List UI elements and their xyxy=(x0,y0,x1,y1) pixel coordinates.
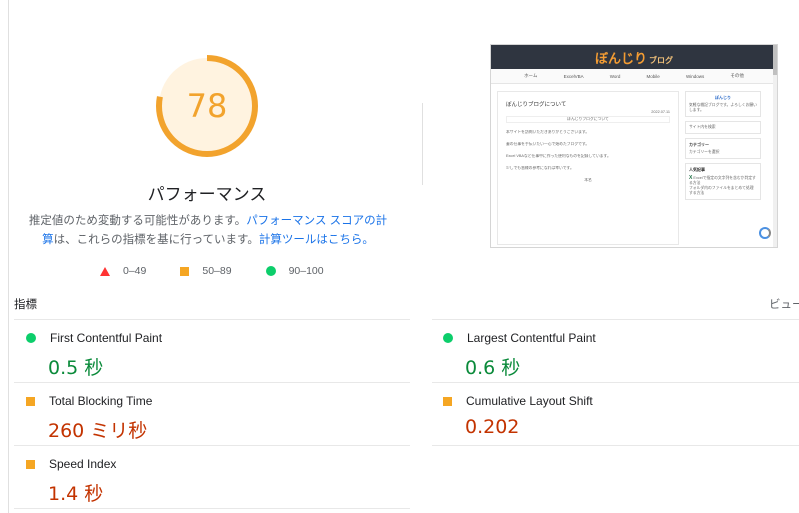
site-nav-item: Mobile xyxy=(646,73,660,79)
gauge-title: パフォーマンス xyxy=(147,185,267,204)
screenshot-site-logo: ぼんじり ブログ xyxy=(595,48,673,67)
metric-speed-index[interactable]: Speed Index 1.4 秒 xyxy=(26,457,366,506)
metrics-heading: 指標 xyxy=(14,299,37,311)
screenshot-search-box: サイト内を検索 xyxy=(685,121,761,134)
metric-first-contentful-paint[interactable]: First Contentful Paint 0.5 秒 xyxy=(26,331,366,380)
metric-name: Cumulative Layout Shift xyxy=(466,394,593,408)
screenshot-site-nav: ホーム ExcelVBA Word Mobile Windows その他 xyxy=(491,69,777,84)
orange-square-icon xyxy=(180,266,190,276)
legend-item-pass: 90–100 xyxy=(265,265,324,277)
site-nav-item: その他 xyxy=(730,73,744,78)
description-text-1: 推定値のため変動する可能性があります。 xyxy=(28,215,247,227)
metric-name: First Contentful Paint xyxy=(50,331,163,345)
metric-name: Total Blocking Time xyxy=(49,394,153,408)
legend-range-average: 50–89 xyxy=(202,265,232,277)
score-legend: 0–49 50–89 90–100 xyxy=(100,265,358,277)
site-nav-item: ホーム xyxy=(524,73,538,78)
metric-name: Largest Contentful Paint xyxy=(467,331,596,345)
category-title: カテゴリー xyxy=(689,142,709,147)
metric-name: Speed Index xyxy=(49,457,117,471)
screenshot-sidebar: ぼんじり 気軽な雑記ブログです。よろしくお願いします。 サイト内を検索 カテゴリ… xyxy=(685,91,761,204)
metric-value: 260 ミリ秒 xyxy=(48,420,148,442)
metric-largest-contentful-paint[interactable]: Largest Contentful Paint 0.6 秒 xyxy=(443,331,783,380)
metrics-divider xyxy=(14,445,410,446)
category-select: カテゴリーを選択 xyxy=(689,150,720,154)
legend-item-fail: 0–49 xyxy=(100,265,146,277)
metrics-divider xyxy=(432,319,799,320)
metric-cumulative-layout-shift[interactable]: Cumulative Layout Shift 0.202 xyxy=(443,394,783,438)
site-nav-item: Windows xyxy=(685,73,705,79)
legend-item-average: 50–89 xyxy=(180,265,232,277)
orange-square-icon xyxy=(443,396,452,406)
metric-value: 0.5 秒 xyxy=(48,357,104,379)
site-logo-text: ぼんじり xyxy=(594,50,647,66)
screenshot-article-title: ぼんじりブログについて xyxy=(506,102,567,108)
popular-item: Excelで指定の文字列を含むか判定する方法 xyxy=(689,176,756,185)
screenshot-article-line: 少しでも皆様の参考になれば幸いです。 xyxy=(506,166,574,170)
red-triangle-icon xyxy=(100,266,110,276)
screenshot-site-header: ぼんじり ブログ xyxy=(491,45,777,69)
metrics-divider xyxy=(432,445,799,446)
green-circle-icon xyxy=(265,266,276,276)
site-nav-item: ExcelVBA xyxy=(563,73,584,79)
legend-range-pass: 90–100 xyxy=(288,265,324,277)
metrics-divider xyxy=(14,508,410,509)
metrics-divider xyxy=(14,319,410,320)
scrollbar-thumb xyxy=(773,45,777,75)
screenshot-category-box: カテゴリー カテゴリーを選択 xyxy=(685,138,761,159)
metric-value: 0.202 xyxy=(465,416,520,438)
metric-value: 0.6 秒 xyxy=(465,357,521,379)
legend-range-fail: 0–49 xyxy=(123,265,147,277)
view-toggle[interactable]: ビューを xyxy=(769,296,799,312)
screenshot-article-line: 本サイトを訪問いただきありがとうございます。 xyxy=(506,130,590,134)
screenshot-article-line: Excel VBAなど仕事中に作った便利なものを記録しています。 xyxy=(506,154,611,158)
calculator-link[interactable]: 計算ツールはこちら。 xyxy=(259,234,374,246)
popular-item: フォルダ内のファイルをまとめて処理する方法 xyxy=(689,186,754,195)
final-screenshot[interactable]: ぼんじり ブログ ホーム ExcelVBA Word Mobile Windows… xyxy=(490,44,778,248)
screenshot-popular-box: 人気記事 X Excelで指定の文字列を含むか判定する方法 フォルダ内のファイル… xyxy=(685,163,761,200)
profile-title: ぼんじり xyxy=(715,95,731,100)
green-circle-icon xyxy=(443,333,453,343)
metrics-divider xyxy=(14,382,410,383)
screenshot-article-tag: ぼんじりブログについて xyxy=(506,116,670,123)
screenshot-article-footer: 本名 xyxy=(584,178,592,182)
screenshot-scrollbar xyxy=(773,45,777,247)
orange-square-icon xyxy=(26,396,35,406)
score-description: 推定値のため変動する可能性があります。パフォーマンス スコアの計算は、これらの指… xyxy=(26,212,390,250)
description-text-2: は、これらの指標を基に行っています。 xyxy=(53,234,259,246)
screenshot-article-date: 2022.07.11 xyxy=(651,110,670,114)
popular-title: 人気記事 xyxy=(689,167,705,172)
vertical-divider xyxy=(422,103,423,185)
recaptcha-icon xyxy=(759,227,771,239)
metric-value: 1.4 秒 xyxy=(48,483,104,505)
profile-text: 気軽な雑記ブログです。よろしくお願いします。 xyxy=(689,103,757,112)
performance-score: 78 xyxy=(186,87,228,125)
screenshot-article-line: 妻の仕事を手伝いたい一心で始めたブログです。 xyxy=(506,142,590,146)
left-border xyxy=(8,0,9,513)
green-circle-icon xyxy=(26,333,36,343)
metrics-divider xyxy=(432,382,799,383)
site-logo-sub: ブログ xyxy=(649,55,673,65)
site-nav-item: Word xyxy=(609,73,621,79)
screenshot-profile-box: ぼんじり 気軽な雑記ブログです。よろしくお願いします。 xyxy=(685,91,761,117)
metric-total-blocking-time[interactable]: Total Blocking Time 260 ミリ秒 xyxy=(26,394,366,443)
orange-square-icon xyxy=(26,459,35,469)
screenshot-article: ぼんじりブログについて 2022.07.11 ぼんじりブログについて 本サイトを… xyxy=(497,91,679,245)
